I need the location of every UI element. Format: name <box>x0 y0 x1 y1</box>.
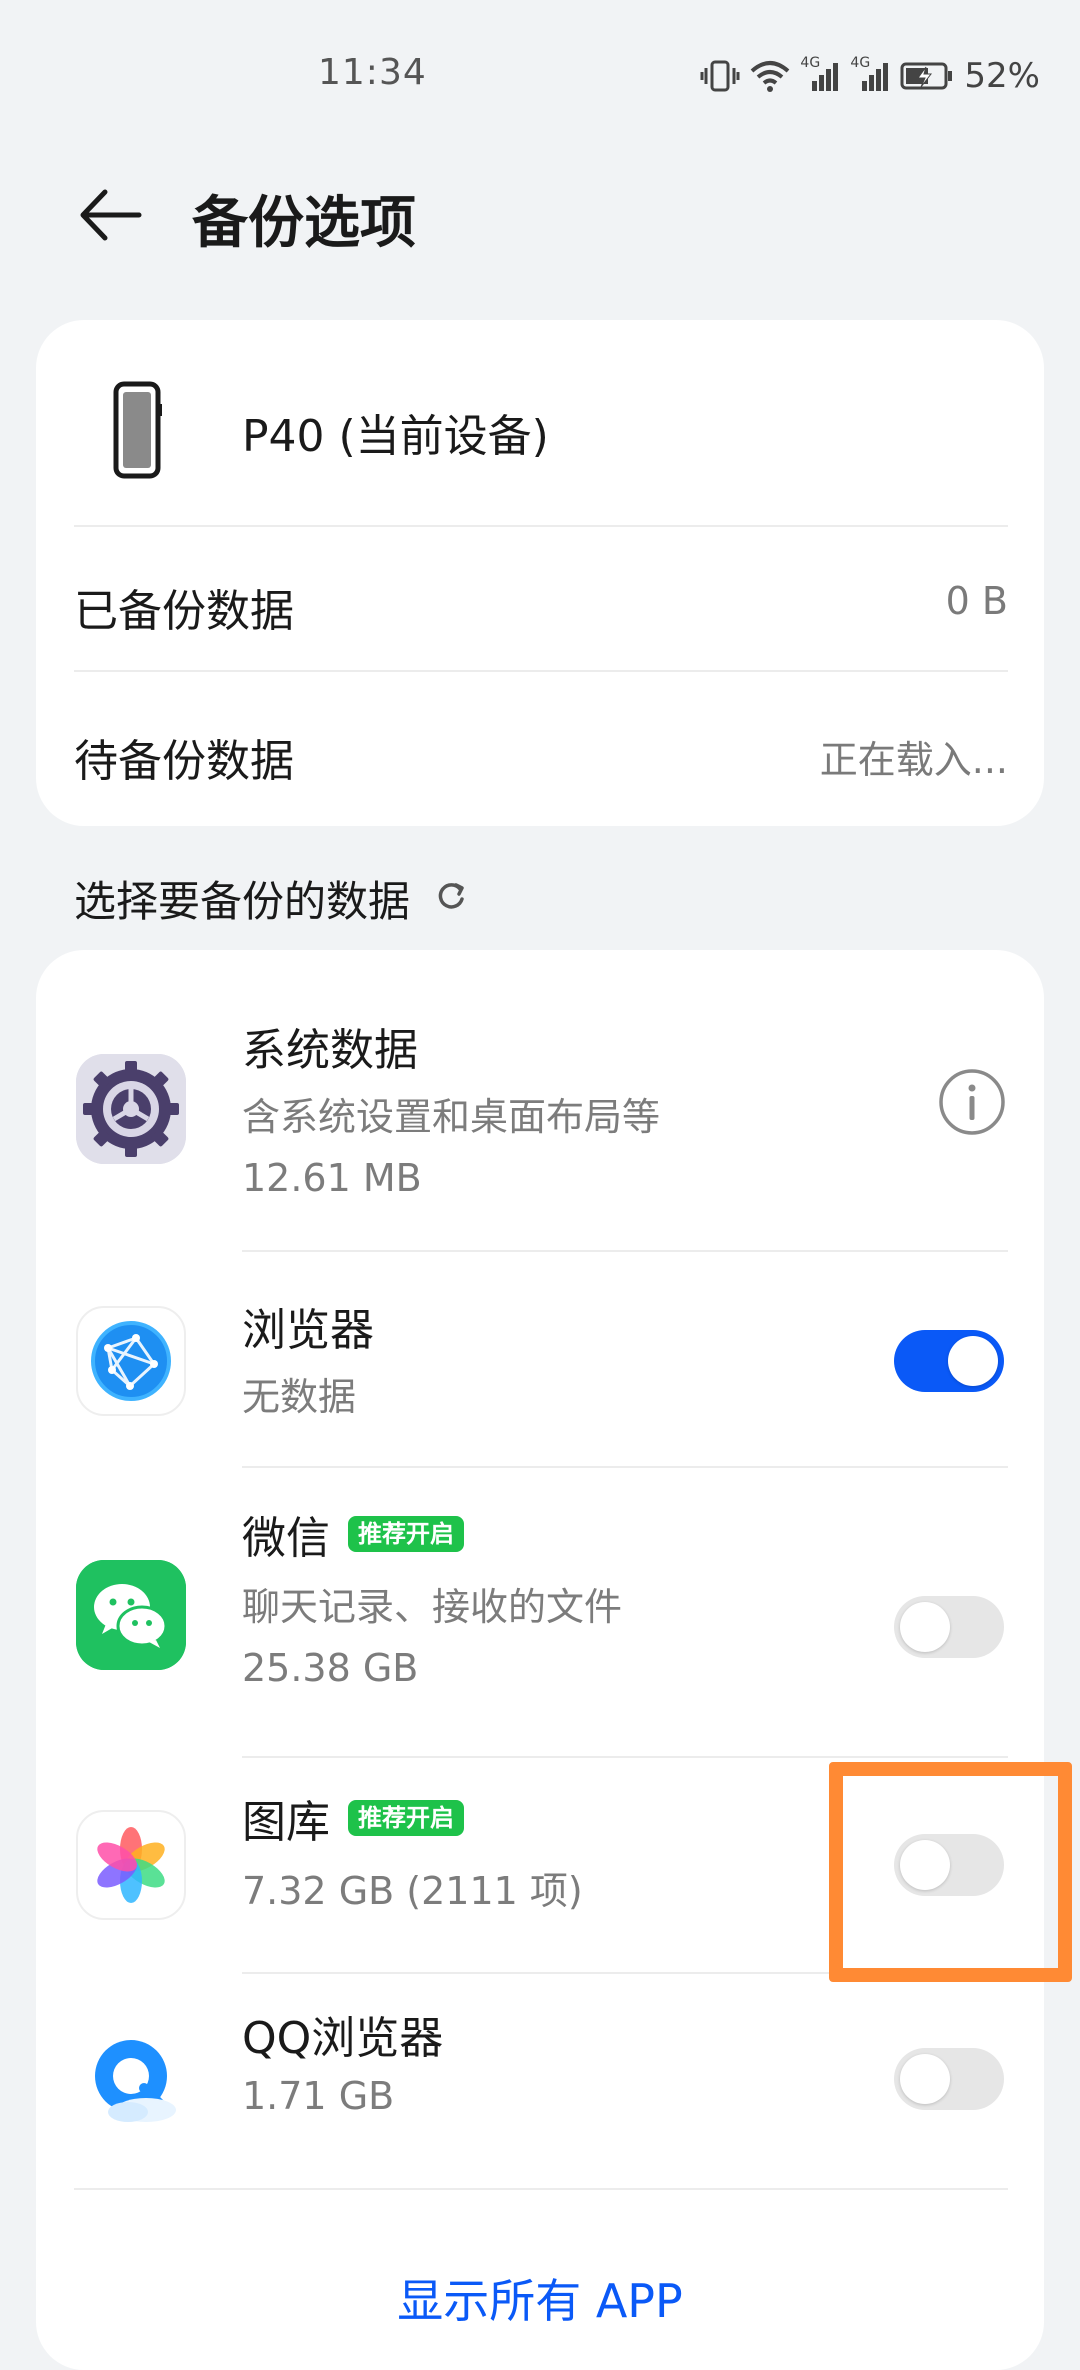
app-name: QQ浏览器 <box>242 2002 443 2066</box>
signal-icon: 4G <box>800 55 840 93</box>
backed-up-label: 已备份数据 <box>74 586 294 637</box>
gallery-icon <box>76 1810 186 1920</box>
status-bar: 11:34 4G 4G 52% <box>0 0 1080 150</box>
system-settings-icon <box>76 1054 186 1164</box>
recommend-badge: 推荐开启 <box>348 1516 464 1552</box>
battery-percent: 52% <box>964 56 1040 96</box>
status-time: 11:34 <box>318 52 427 93</box>
toggle-knob <box>900 2054 950 2104</box>
app-row-wechat[interactable]: 微信 推荐开启 聊天记录、接收的文件 25.38 GB <box>36 1468 1044 1758</box>
qq-browser-icon <box>76 2026 186 2136</box>
app-subtitle: 聊天记录、接收的文件 <box>242 1585 623 1629</box>
app-name-text: 浏览器 <box>242 1305 374 1356</box>
app-subtitle: 7.32 GB (2111 项) <box>242 1869 583 1913</box>
app-row-system[interactable]: 系统数据 含系统设置和桌面布局等 12.61 MB <box>36 950 1044 1250</box>
section-title-text: 选择要备份的数据 <box>74 877 411 926</box>
vibrate-icon <box>700 58 740 94</box>
qq-browser-toggle[interactable] <box>894 2048 1004 2110</box>
pending-label: 待备份数据 <box>74 736 294 787</box>
wechat-toggle[interactable] <box>894 1596 1004 1658</box>
divider <box>74 670 1008 672</box>
app-name: 浏览器 <box>242 1294 374 1358</box>
section-title: 选择要备份的数据 <box>74 868 468 929</box>
app-row-browser[interactable]: 浏览器 无数据 <box>36 1250 1044 1468</box>
arrow-left-icon <box>77 188 143 246</box>
backed-up-row: 已备份数据 0 B <box>36 525 1044 675</box>
header: 备份选项 <box>0 160 1080 270</box>
app-subtitle: 无数据 <box>242 1375 357 1419</box>
wifi-icon <box>750 59 790 93</box>
browser-icon <box>76 1306 186 1416</box>
device-row: P40 (当前设备) <box>36 320 1044 525</box>
divider <box>74 2188 1008 2190</box>
page-title: 备份选项 <box>192 191 416 256</box>
app-size: 25.38 GB <box>242 1646 419 1690</box>
device-card: P40 (当前设备) 已备份数据 0 B 待备份数据 正在载入... <box>36 320 1044 826</box>
status-icons: 4G 4G 52% <box>700 55 1040 96</box>
toggle-knob <box>948 1336 998 1386</box>
signal-icon-2: 4G <box>850 55 890 93</box>
toggle-knob <box>900 1602 950 1652</box>
app-size: 12.61 MB <box>242 1156 422 1200</box>
app-name-text: 系统数据 <box>242 1025 418 1076</box>
phone-icon <box>102 380 172 480</box>
recommend-badge: 推荐开启 <box>348 1800 464 1836</box>
pending-row: 待备份数据 正在载入... <box>36 675 1044 825</box>
battery-icon <box>900 61 954 91</box>
show-all-apps-link[interactable]: 显示所有 APP <box>36 2265 1044 2331</box>
backed-up-value: 0 B <box>945 579 1008 623</box>
app-name: 系统数据 <box>242 1014 418 1078</box>
highlight-box <box>829 1762 1072 1982</box>
app-name-text: 微信 <box>242 1513 330 1564</box>
pending-value: 正在载入... <box>819 738 1008 782</box>
app-row-qq-browser[interactable]: QQ浏览器 1.71 GB <box>36 1974 1044 2190</box>
app-name-text: 图库 <box>242 1797 330 1848</box>
browser-toggle[interactable] <box>894 1330 1004 1392</box>
wechat-icon <box>76 1560 186 1670</box>
app-name: 图库 推荐开启 <box>242 1786 464 1850</box>
refresh-icon[interactable] <box>434 874 468 923</box>
back-button[interactable] <box>70 182 150 252</box>
info-button[interactable] <box>938 1068 1006 1136</box>
app-name-text: QQ浏览器 <box>242 2013 444 2064</box>
app-subtitle: 1.71 GB <box>242 2074 395 2118</box>
device-name: P40 (当前设备) <box>242 411 549 462</box>
apps-card: 系统数据 含系统设置和桌面布局等 12.61 MB 浏览器 无数据 微信 推荐开… <box>36 950 1044 2370</box>
app-name: 微信 推荐开启 <box>242 1502 464 1566</box>
network-type-label-2: 4G <box>850 55 871 71</box>
app-subtitle: 含系统设置和桌面布局等 <box>242 1095 661 1139</box>
network-type-label: 4G <box>800 55 821 71</box>
info-icon <box>938 1069 1006 1140</box>
